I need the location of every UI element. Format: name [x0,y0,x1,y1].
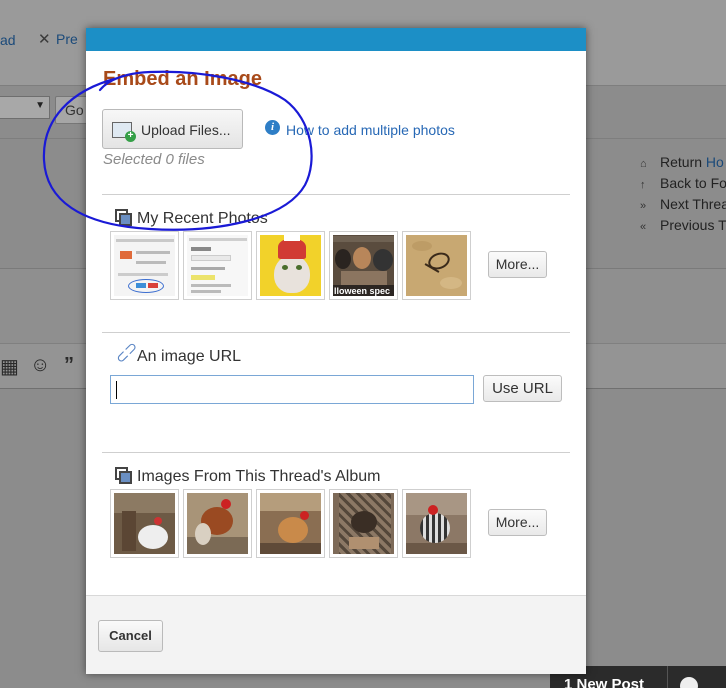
wrench-icon: ✕ [38,31,51,48]
info-icon: i [265,120,280,135]
recent-photo-thumb[interactable] [183,231,252,300]
thread-album-heading: Images From This Thread's Album [137,468,381,485]
double-chevron-left-icon: « [640,221,647,233]
sidebar-item-label: Previous T [660,217,726,233]
recent-photo-thumb[interactable] [402,231,471,300]
new-post-label: 1 New Post [564,676,645,688]
recent-photo-thumb[interactable] [110,231,179,300]
how-to-multiple-photos-link[interactable]: How to add multiple photos [286,122,455,138]
use-url-button[interactable]: Use URL [483,375,562,402]
recent-photo-thumb[interactable] [256,231,325,300]
go-button[interactable]: Go [55,96,90,124]
scroll-top-icon[interactable] [680,677,698,688]
recent-photos-heading: My Recent Photos [137,210,268,227]
sidebar-item-label: Next Threa [660,196,726,212]
smiley-icon[interactable]: ☺ [30,354,50,377]
home-icon: ⌂ [640,158,647,170]
text-caret [116,381,117,399]
embed-image-dialog: Embed an Image + Upload Files... Selecte… [86,28,586,674]
cancel-button[interactable]: Cancel [98,620,163,652]
thread-nav-sidebar: ⌂ Return Ho ↑ Back to Fo » Next Threa « Prev… [640,154,726,238]
section-divider [102,194,570,195]
dialog-title: Embed an Image [103,68,262,90]
dropdown-arrow-icon: ▼ [35,100,45,111]
recent-photo-thumb[interactable]: lloween spec [329,231,398,300]
preview-label: Pre [56,31,78,47]
sidebar-item-label: Back to Fo [660,175,726,191]
album-photo-thumb[interactable] [110,489,179,558]
recent-photos-more-button[interactable]: More... [488,251,547,278]
new-post-divider [667,666,668,688]
double-chevron-right-icon: » [640,200,647,212]
image-url-heading: An image URL [137,348,242,365]
add-image-icon: + [112,122,136,142]
upload-files-button[interactable]: + Upload Files... [102,109,243,149]
section-divider [102,452,570,453]
toolbar-preview-link[interactable]: ✕ Pre [38,30,78,48]
toolbar-upload-link[interactable]: ad [0,32,16,48]
section-divider [102,332,570,333]
album-photo-thumb[interactable] [256,489,325,558]
sidebar-item-label: Return [660,154,706,170]
dialog-top-bar [86,28,586,51]
sidebar-item-link[interactable]: Ho [706,154,724,170]
film-icon[interactable]: ▦ [0,354,19,379]
gallery-icon [115,467,133,485]
sidebar-item-next-thread[interactable]: » Next Threa [640,196,726,217]
link-icon: ⊂⊃ [111,337,142,368]
background-select[interactable]: ▼ [0,96,50,119]
sidebar-item-previous-thread[interactable]: « Previous T [640,217,726,238]
album-photo-thumb[interactable] [402,489,471,558]
album-more-button[interactable]: More... [488,509,547,536]
sidebar-item-return[interactable]: ⌂ Return Ho [640,154,726,175]
selected-files-status: Selected 0 files [103,151,205,168]
thumb-caption: lloween spec [334,286,391,296]
album-photo-thumb[interactable] [329,489,398,558]
sidebar-item-back-to-forum[interactable]: ↑ Back to Fo [640,175,726,196]
quote-icon[interactable]: ” [64,354,74,377]
upload-files-label: Upload Files... [141,122,231,138]
arrow-up-icon: ↑ [640,179,646,191]
dialog-footer: Cancel [86,595,586,674]
gallery-icon [115,209,133,227]
image-url-input[interactable] [110,375,474,404]
album-photo-thumb[interactable] [183,489,252,558]
